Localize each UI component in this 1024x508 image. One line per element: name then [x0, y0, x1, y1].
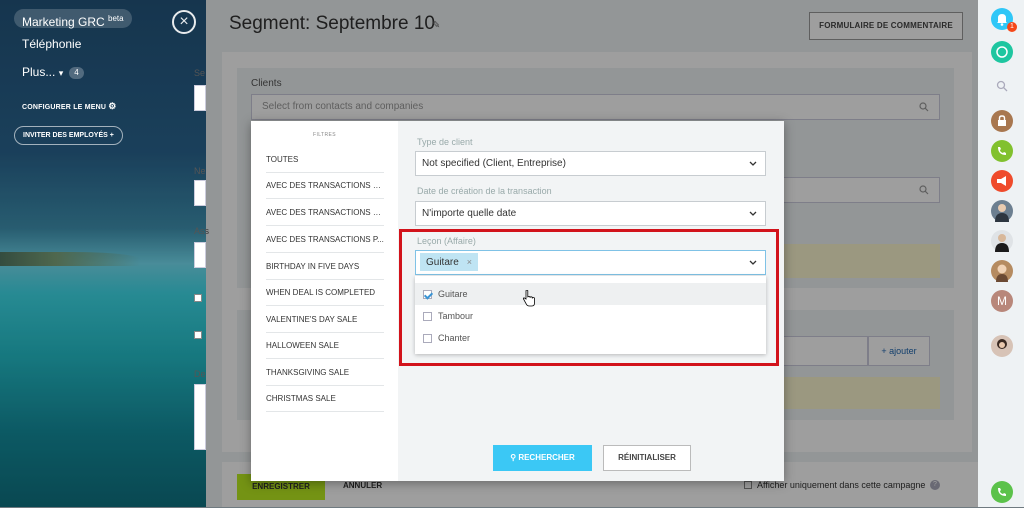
avatar[interactable]: [991, 200, 1013, 222]
right-bar: [978, 0, 1024, 507]
avatar[interactable]: M: [991, 290, 1013, 312]
avatar[interactable]: [991, 230, 1013, 252]
chevron-down-icon: [749, 161, 757, 166]
notification-badge: 1: [1007, 22, 1017, 32]
lock-icon[interactable]: [991, 110, 1013, 132]
sidebar-item-telephonie[interactable]: Téléphonie: [22, 37, 81, 51]
phone-icon[interactable]: [991, 140, 1013, 162]
search-icon[interactable]: [996, 79, 1008, 92]
bg-fragment-label: Ne: [194, 166, 206, 176]
filter-heading: FILTRES: [313, 132, 336, 138]
avatar[interactable]: [991, 260, 1013, 282]
filter-item[interactable]: THANKSGIVING SALE: [266, 360, 384, 386]
avatar[interactable]: [991, 335, 1013, 357]
filter-list: FILTRES TOUTES AVEC DES TRANSACTIONS E..…: [251, 121, 398, 481]
invite-employees-button[interactable]: INVITER DES EMPLOYÉS +: [14, 126, 123, 145]
filter-item[interactable]: HALLOWEEN SALE: [266, 333, 384, 359]
filter-item[interactable]: WHEN DEAL IS COMPLETED: [266, 280, 384, 306]
bg-fragment-label: Se: [194, 68, 206, 78]
config-menu-link[interactable]: CONFIGURER LE MENU ⚙: [22, 101, 117, 112]
chevron-down-icon: [749, 211, 757, 216]
call-icon[interactable]: [991, 481, 1013, 503]
client-type-label: Type de client: [417, 137, 473, 147]
more-badge: 4: [69, 66, 84, 79]
search-button[interactable]: ⚲ RECHERCHER: [493, 445, 592, 471]
filter-item[interactable]: AVEC DES TRANSACTIONS E...: [266, 173, 384, 199]
filter-item[interactable]: BIRTHDAY IN FIVE DAYS: [266, 254, 384, 280]
megaphone-icon[interactable]: [991, 170, 1013, 192]
creation-date-label: Date de création de la transaction: [417, 186, 552, 196]
close-icon[interactable]: ×: [172, 10, 196, 34]
filter-item[interactable]: VALENTINE'S DAY SALE: [266, 307, 384, 333]
reset-button[interactable]: RÉINITIALISER: [603, 445, 691, 471]
creation-date-select[interactable]: N'importe quelle date: [415, 201, 766, 226]
sidebar-item-plus[interactable]: Plus... ▾ 4: [22, 65, 84, 79]
bg-fragment-label: De: [194, 369, 206, 379]
filter-item[interactable]: AVEC DES TRANSACTIONS P...: [266, 227, 384, 253]
client-type-select[interactable]: Not specified (Client, Entreprise): [415, 151, 766, 176]
filter-item[interactable]: AVEC DES TRANSACTIONS G...: [266, 200, 384, 226]
sidebar-title[interactable]: Marketing GRC beta: [14, 9, 132, 29]
filter-item[interactable]: TOUTES: [266, 147, 384, 173]
hand-cursor-icon: [522, 290, 535, 307]
filter-item[interactable]: CHRISTMAS SALE: [266, 386, 384, 412]
highlight-box: [399, 229, 779, 366]
chat-icon[interactable]: [991, 41, 1013, 63]
